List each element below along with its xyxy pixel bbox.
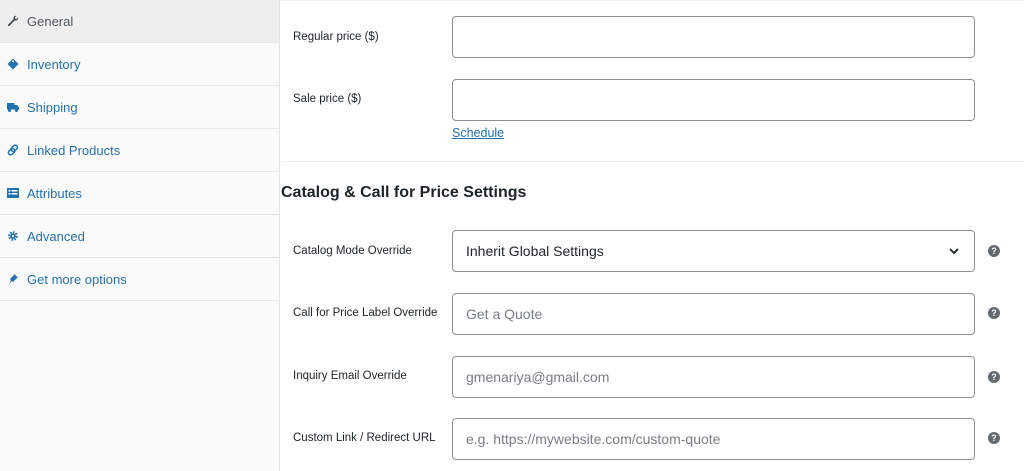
tab-inventory[interactable]: Inventory [0,43,279,86]
tab-general-label: General [27,13,74,29]
custom-link-label: Custom Link / Redirect URL [293,432,436,444]
tab-shipping-label: Shipping [27,99,78,115]
regular-price-label: Regular price ($) [293,31,379,43]
catalog-mode-select[interactable]: Inherit Global Settings [452,230,975,272]
chevron-down-icon [949,248,959,255]
regular-price-input[interactable] [452,16,975,58]
tab-inventory-label: Inventory [27,56,81,72]
tab-shipping[interactable]: Shipping [0,86,279,129]
cfp-label-input[interactable] [452,293,975,335]
wrench-icon [6,15,19,28]
sale-price-input[interactable] [452,79,975,121]
sale-price-label: Sale price ($) [293,93,362,105]
inquiry-email-help-icon[interactable]: ? [988,371,1000,383]
catalog-mode-help-icon[interactable]: ? [988,245,1000,257]
catalog-section-heading: Catalog & Call for Price Settings [281,184,527,201]
general-panel: Regular price ($) Sale price ($) Schedul… [281,0,1024,471]
tab-general[interactable]: General [0,0,279,43]
cfp-label-help-icon[interactable]: ? [988,307,1000,319]
custom-link-input[interactable] [452,418,975,460]
schedule-link[interactable]: Schedule [452,126,504,140]
gear-icon [6,230,19,243]
tab-get-more-options[interactable]: Get more options [0,258,279,301]
tab-attributes[interactable]: Attributes [0,172,279,215]
section-divider [281,161,1024,162]
tab-get-more-options-label: Get more options [27,271,127,287]
tag-icon [6,58,19,71]
link-icon [6,144,19,157]
cfp-label-override-label: Call for Price Label Override [293,307,438,319]
tab-attributes-label: Attributes [27,185,82,201]
top-divider [281,0,1024,1]
tab-advanced[interactable]: Advanced [0,215,279,258]
truck-icon [6,101,19,114]
inquiry-email-input[interactable] [452,356,975,398]
tab-linked-products[interactable]: Linked Products [0,129,279,172]
catalog-mode-value: Inherit Global Settings [466,243,604,259]
catalog-mode-label: Catalog Mode Override [293,245,412,257]
custom-link-help-icon[interactable]: ? [988,432,1000,444]
tab-advanced-label: Advanced [27,228,85,244]
product-data-tabs: General Inventory Shipping Linked Produc… [0,0,280,471]
inquiry-email-label: Inquiry Email Override [293,370,407,382]
tab-linked-products-label: Linked Products [27,142,121,158]
plugin-icon [6,273,19,286]
list-table-icon [6,187,19,200]
